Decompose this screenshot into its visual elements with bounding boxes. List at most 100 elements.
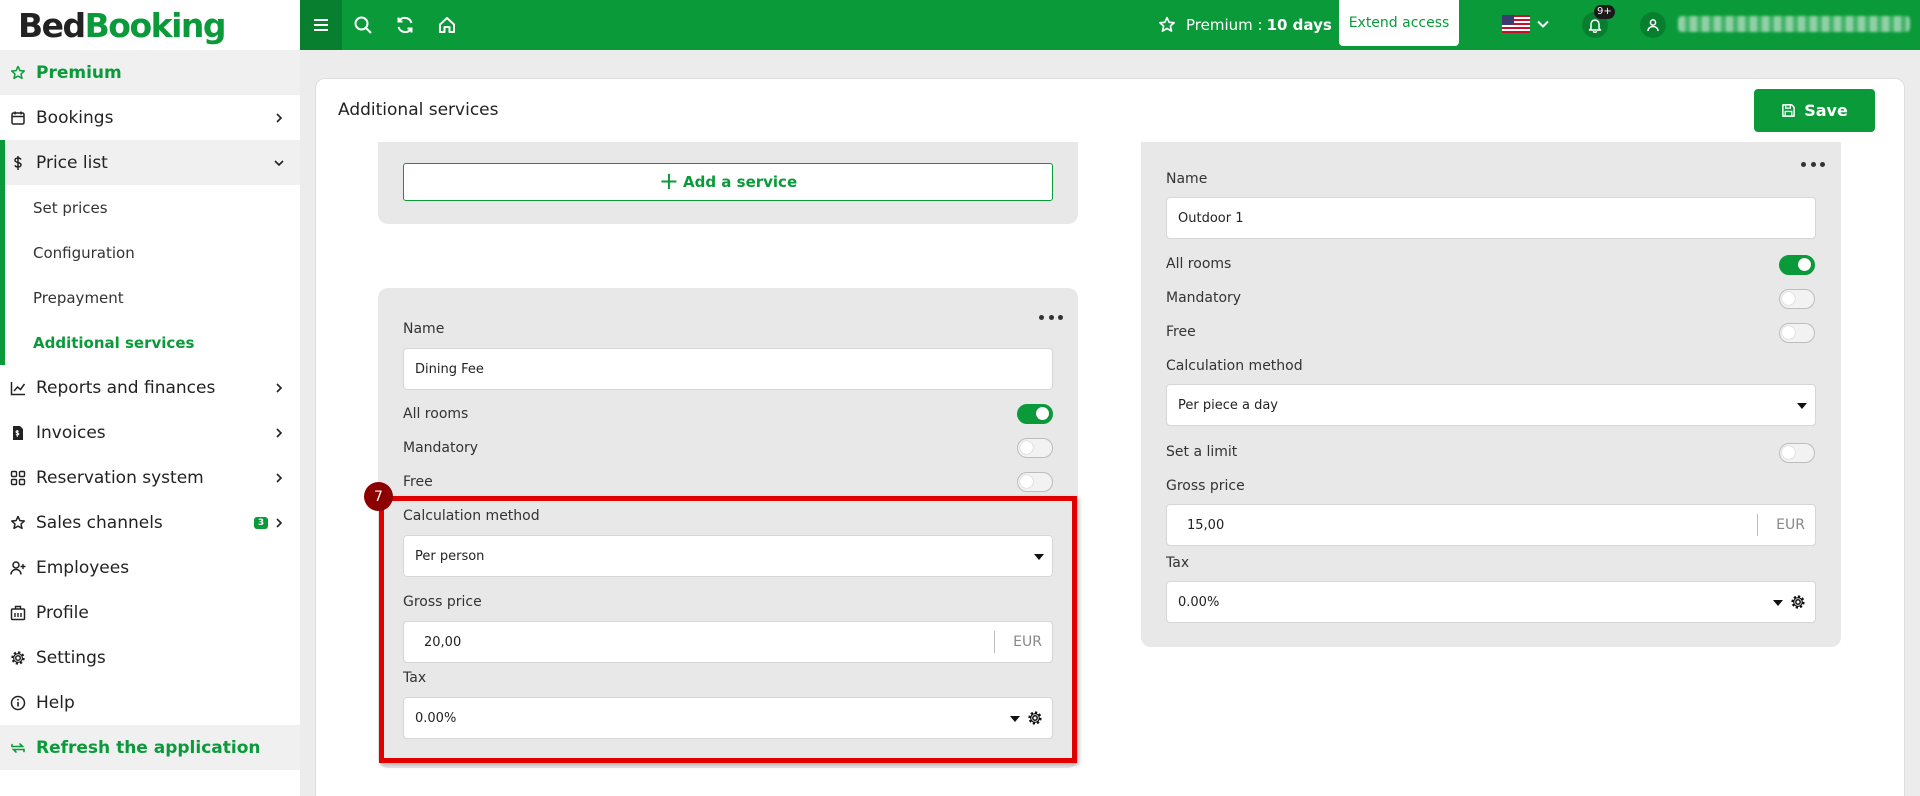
sidebar-item-help[interactable]: Help [0,680,300,725]
user-email-blurred[interactable] [1678,16,1910,32]
sidebar-item-profile[interactable]: Profile [0,590,300,635]
calendar-icon [10,110,26,126]
search-button[interactable] [342,0,384,50]
plus-icon: + [658,166,679,195]
user-plus-icon [10,560,26,576]
sidebar-item-reports[interactable]: Reports and finances [0,365,300,410]
user-icon [1647,19,1659,32]
gear-icon[interactable] [1790,594,1806,610]
more-options-icon[interactable] [1039,315,1063,321]
all-rooms-toggle[interactable] [1779,255,1815,275]
page-title: Additional services [338,100,499,120]
sidebar-item-label: Sales channels [36,512,163,533]
more-options-icon[interactable] [1801,162,1825,168]
free-toggle[interactable] [1017,472,1053,492]
premium-days: 10 days [1266,16,1332,34]
sidebar-subitem-configuration[interactable]: Configuration [0,230,300,275]
refresh-icon [10,740,26,756]
service-card-dining-fee: Name Dining Fee All rooms Mandatory Free… [378,288,1078,768]
gear-icon[interactable] [1027,710,1043,726]
sidebar-item-label: Profile [36,602,89,623]
calculation-method-select[interactable]: Per person [403,535,1053,577]
sidebar-item-settings[interactable]: Settings [0,635,300,680]
sidebar-item-label: Settings [36,647,106,668]
chevron-down-icon[interactable] [1536,17,1550,31]
sidebar-item-label: Help [36,692,75,713]
sidebar-subitem-set-prices[interactable]: Set prices [0,185,300,230]
floppy-icon [1782,104,1796,117]
all-rooms-label: All rooms [403,406,469,422]
menu-button[interactable] [300,0,342,50]
gross-price-value: 15,00 [1187,517,1225,533]
caret-down-icon [1773,600,1783,606]
name-input[interactable]: Dining Fee [403,348,1053,390]
hamburger-icon [314,19,328,31]
sidebar-item-employees[interactable]: Employees [0,545,300,590]
grid-icon [10,470,26,486]
chevron-right-icon [276,382,283,393]
chevron-right-icon [276,517,283,528]
sidebar-item-bookings[interactable]: Bookings [0,95,300,140]
sidebar-subitem-prepayment[interactable]: Prepayment [0,275,300,320]
gross-price-input[interactable]: 15,00 EUR [1166,504,1816,546]
chevron-right-icon [276,427,283,438]
gross-price-value: 20,00 [424,634,462,650]
logo[interactable]: Bed Booking [0,0,300,50]
all-rooms-toggle[interactable] [1017,404,1053,424]
step-number-badge: 7 [364,482,393,511]
sidebar-subitem-additional-services[interactable]: Additional services [0,320,300,365]
search-icon [354,16,372,34]
calculation-method-select[interactable]: Per piece a day [1166,384,1816,426]
gross-price-label: Gross price [403,594,482,610]
add-service-button[interactable]: + Add a service [403,163,1053,201]
mandatory-label: Mandatory [403,440,479,456]
bell-icon [1588,19,1602,33]
sidebar-item-invoices[interactable]: Invoices [0,410,300,455]
star-icon [10,515,26,531]
sidebar-item-premium[interactable]: Premium [0,50,300,95]
chevron-down-icon [274,159,284,166]
star-icon [10,65,26,81]
calculation-method-label: Calculation method [403,508,540,524]
mandatory-toggle[interactable] [1779,289,1815,309]
premium-label: Premium : [1186,16,1263,34]
sidebar-item-price-list[interactable]: Price list [0,140,300,185]
sidebar-item-sales-channels[interactable]: Sales channels 3 [0,500,300,545]
add-service-label: Add a service [682,173,798,191]
all-rooms-label: All rooms [1166,256,1232,272]
caret-down-icon [1010,716,1020,722]
save-button[interactable]: Save [1754,89,1875,132]
tax-select[interactable]: 0.00% [1166,581,1816,623]
free-toggle[interactable] [1779,323,1815,343]
sidebar-item-reservation-system[interactable]: Reservation system [0,455,300,500]
star-icon [1159,16,1175,32]
price-list-submenu: Set prices Configuration Prepayment Addi… [0,185,300,365]
dollar-icon [10,155,26,171]
set-limit-label: Set a limit [1166,444,1238,460]
chevron-right-icon [276,472,283,483]
mandatory-toggle[interactable] [1017,438,1053,458]
home-button[interactable] [426,0,468,50]
sidebar: Bed Booking Premium Bookings Price list S… [0,0,300,796]
tax-select[interactable]: 0.00% [403,697,1053,739]
calculation-method-label: Calculation method [1166,358,1303,374]
flag-us-icon[interactable] [1502,15,1530,33]
topbar: Premium : 10 days Extend access 9+ [300,0,1920,50]
gross-price-input[interactable]: 20,00 EUR [403,621,1053,663]
add-service-card: + Add a service [378,142,1078,224]
premium-status: Premium : 10 days [1158,0,1332,50]
set-limit-toggle[interactable] [1779,443,1815,463]
sidebar-item-label: Employees [36,557,130,578]
gear-icon [10,650,26,666]
extend-access-button[interactable]: Extend access [1339,0,1459,46]
caret-down-icon [1797,403,1807,409]
chart-line-icon [10,380,26,396]
name-input[interactable]: Outdoor 1 [1166,197,1816,239]
sidebar-item-label: Refresh the application [36,737,261,758]
refresh-button[interactable] [384,0,426,50]
refresh-icon [397,17,413,33]
info-icon [10,695,26,711]
sidebar-item-refresh[interactable]: Refresh the application [0,725,300,770]
sidebar-item-label: Reservation system [36,467,204,488]
user-menu-button[interactable] [1640,12,1666,38]
